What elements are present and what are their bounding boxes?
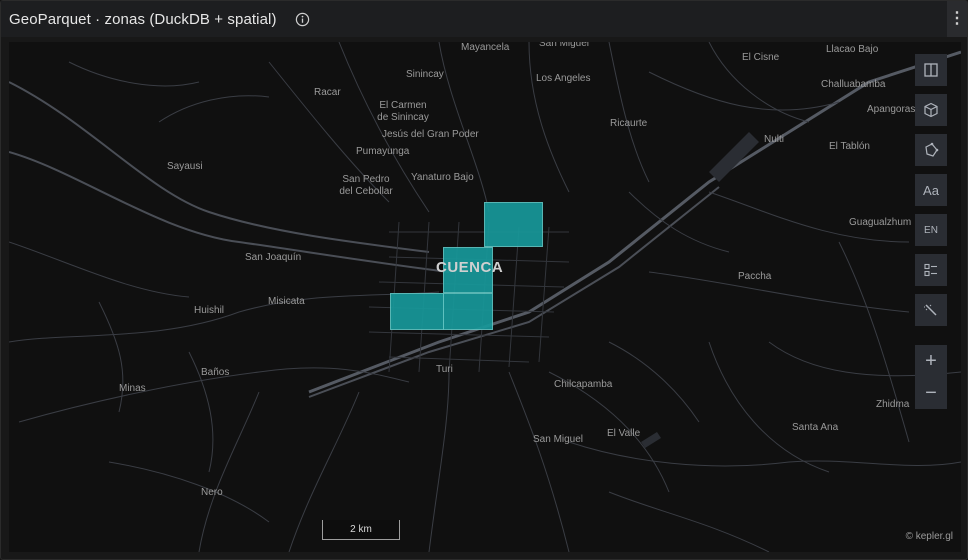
place-label-ricaurte: Ricaurte bbox=[610, 118, 648, 129]
info-icon[interactable] bbox=[295, 12, 310, 27]
place-label-chilcapamba: Chilcapamba bbox=[554, 379, 613, 390]
draw-polygon-icon[interactable] bbox=[915, 134, 947, 166]
zone-polygon[interactable] bbox=[484, 202, 543, 247]
locale-text: EN bbox=[924, 224, 938, 236]
kebab-menu-icon[interactable]: ⋮ bbox=[947, 1, 967, 37]
place-label-yanaturo-bajo: Yanaturo Bajo bbox=[411, 172, 474, 183]
place-label-turi: Turi bbox=[436, 364, 453, 375]
map-labels-text: Aa bbox=[923, 182, 939, 198]
place-label-los-angeles: Los Angeles bbox=[536, 73, 591, 84]
place-label-nulti: Nulti bbox=[764, 134, 785, 145]
place-label-sayausi: Sayausi bbox=[167, 161, 203, 172]
zoom-out-button[interactable]: − bbox=[915, 377, 947, 409]
map-canvas[interactable]: Mayancela San Miguel Sinincay Los Angele… bbox=[9, 42, 961, 552]
place-label-jesus-gran-poder: Jesús del Gran Poder bbox=[382, 129, 479, 140]
place-label-nero: Nero bbox=[201, 487, 223, 498]
place-label-san-miguel-north: San Miguel bbox=[539, 42, 590, 49]
city-label: CUENCA bbox=[436, 259, 504, 276]
place-label-racar: Racar bbox=[314, 87, 341, 98]
split-map-icon[interactable] bbox=[915, 54, 947, 86]
text-icon[interactable]: Aa bbox=[915, 174, 947, 206]
place-label-misicata: Misicata bbox=[268, 296, 305, 307]
locale-icon[interactable]: EN bbox=[915, 214, 947, 246]
place-label-banos: Baños bbox=[201, 367, 230, 378]
zoom-in-button[interactable]: + bbox=[915, 345, 947, 377]
place-label-san-pedro: San Pedro del Cebollar bbox=[339, 174, 393, 197]
place-label-el-cisne: El Cisne bbox=[742, 52, 780, 63]
place-label-sinincay: Sinincay bbox=[406, 69, 444, 80]
panel-title: GeoParquet · zonas (DuckDB + spatial) bbox=[9, 10, 277, 28]
place-label-guagualzhum: Guagualzhum bbox=[849, 217, 912, 228]
scale-bar: 2 km bbox=[322, 520, 400, 540]
place-label-mayancela: Mayancela bbox=[461, 42, 510, 53]
zone-polygon[interactable] bbox=[443, 293, 493, 330]
place-label-huishil: Huishil bbox=[194, 305, 225, 316]
zone-polygon[interactable] bbox=[390, 293, 444, 330]
place-label-llacao-bajo: Llacao Bajo bbox=[826, 44, 879, 55]
place-label-santa-ana: Santa Ana bbox=[792, 422, 839, 433]
place-label-zhidma: Zhidma bbox=[876, 399, 910, 410]
attribution[interactable]: © kepler.gl bbox=[906, 531, 953, 542]
zoom-controls: + − bbox=[915, 345, 947, 409]
panel-header: GeoParquet · zonas (DuckDB + spatial) ⋮ bbox=[1, 1, 967, 37]
place-label-el-valle: El Valle bbox=[607, 428, 641, 439]
place-label-paccha: Paccha bbox=[738, 271, 772, 282]
place-label-san-joaquin: San Joaquín bbox=[245, 252, 302, 263]
place-label-el-carmen: El Carmen de Sinincay bbox=[377, 100, 429, 123]
place-label-san-miguel-south: San Miguel bbox=[533, 434, 584, 445]
magic-wand-icon[interactable] bbox=[915, 294, 947, 326]
place-label-pumayunga: Pumayunga bbox=[356, 146, 410, 157]
place-label-apangoras: Apangoras bbox=[867, 104, 916, 115]
map-toolbar: Aa EN bbox=[915, 54, 947, 334]
place-label-el-tablon: El Tablón bbox=[829, 141, 870, 152]
legend-icon[interactable] bbox=[915, 254, 947, 286]
place-label-challuabamba: Challuabamba bbox=[821, 79, 886, 90]
cube-icon[interactable] bbox=[915, 94, 947, 126]
place-label-minas: Minas bbox=[119, 383, 146, 394]
map-panel: GeoParquet · zonas (DuckDB + spatial) ⋮ bbox=[0, 0, 968, 560]
